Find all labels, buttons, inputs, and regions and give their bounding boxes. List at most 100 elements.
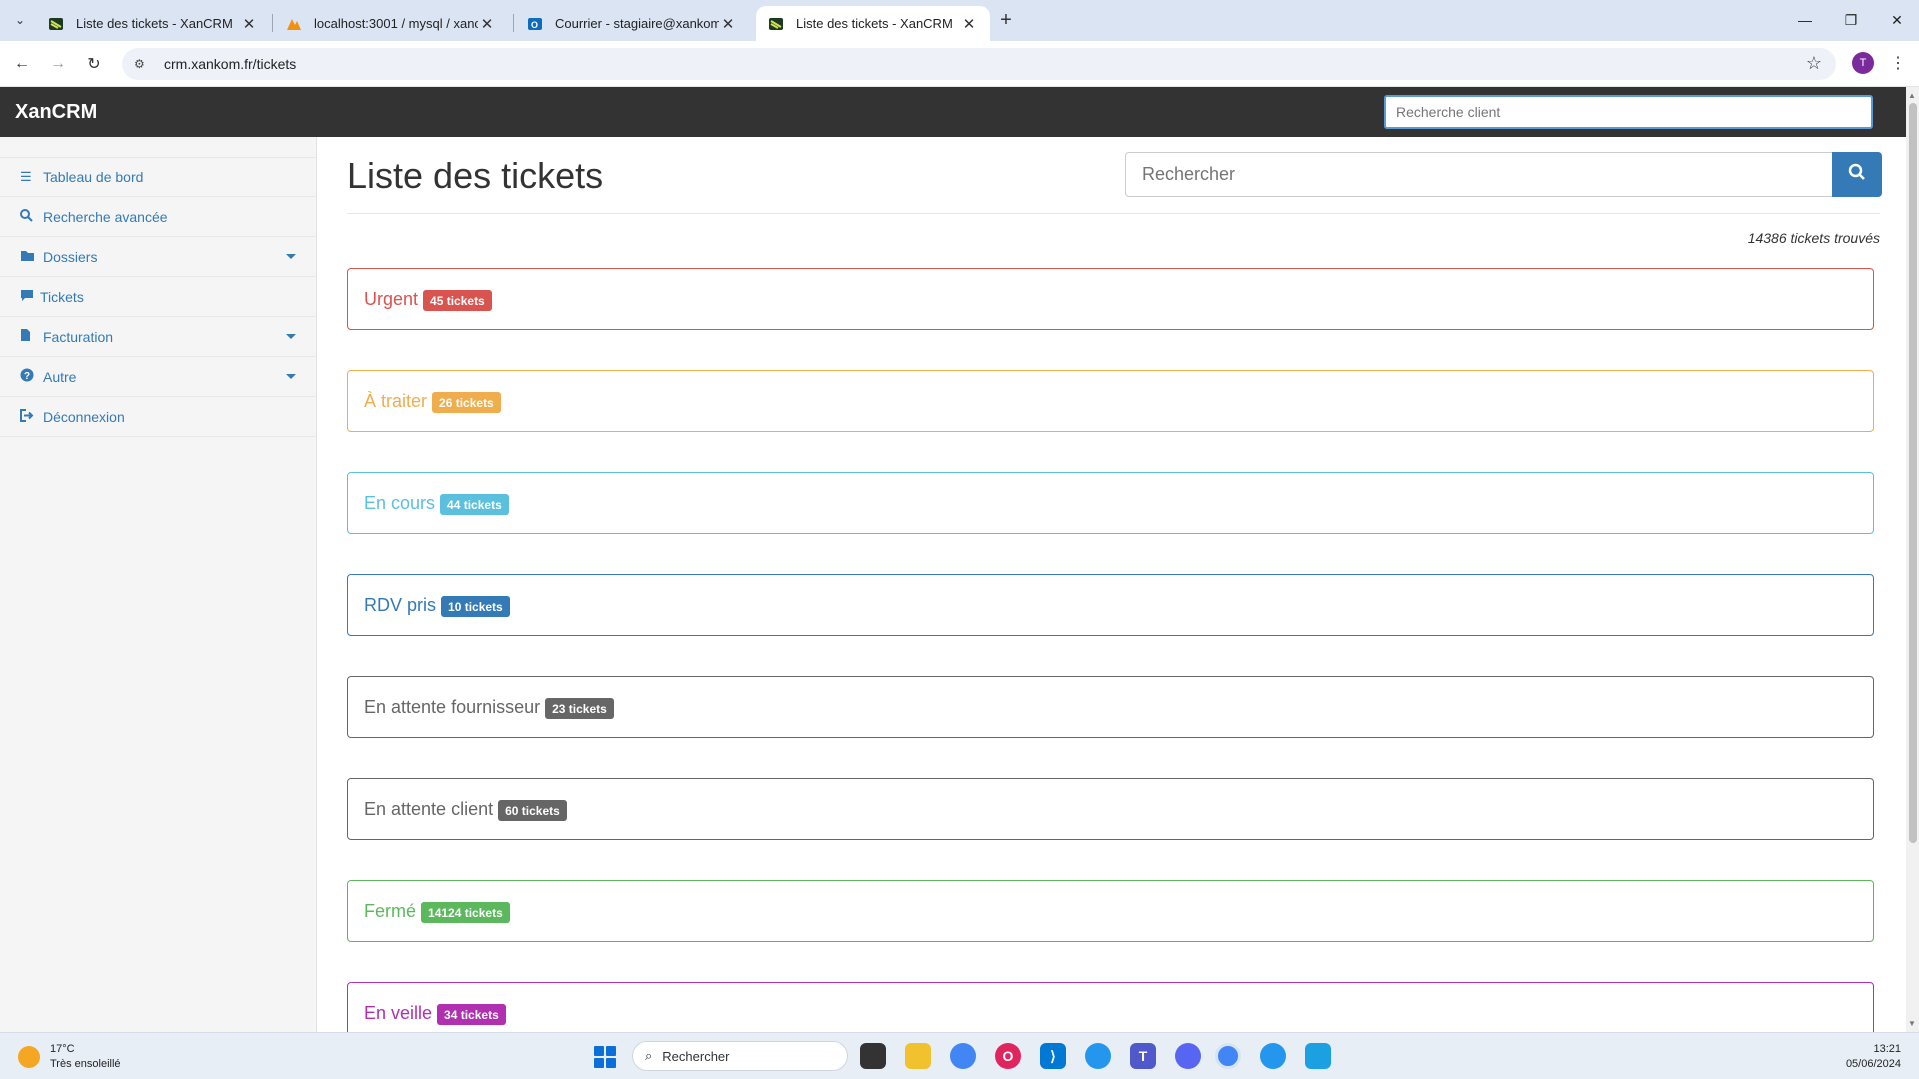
file-explorer-icon[interactable] [905, 1043, 931, 1069]
status-count-badge: 45 tickets [423, 289, 492, 311]
docker-icon[interactable] [1085, 1043, 1111, 1069]
clock-time: 13:21 [1873, 1043, 1901, 1055]
weather-temp: 17°C [50, 1043, 75, 1055]
sidebar-item-recherche-avancee[interactable]: Recherche avancée [0, 197, 316, 237]
search-icon [20, 208, 43, 225]
sidebar: ☰ Tableau de bord Recherche avancée Doss… [0, 137, 317, 1032]
status-count-badge: 34 tickets [437, 1003, 506, 1025]
status-panel[interactable]: Urgent 45 tickets [347, 268, 1874, 330]
status-panel[interactable]: À traiter 26 tickets [347, 370, 1874, 432]
tab-title: Liste des tickets - XanCRM [796, 16, 953, 31]
tab-title: Courrier - stagiaire@xankom.net [555, 16, 719, 31]
discord-icon[interactable] [1175, 1043, 1201, 1069]
weather-desc: Très ensoleillé [50, 1058, 121, 1070]
logout-icon [20, 408, 43, 425]
opera-icon[interactable]: O [995, 1043, 1021, 1069]
browser-toolbar: ← → ↻ ⚙ crm.xankom.fr/tickets ☆ T ⋮ [0, 41, 1919, 87]
address-bar[interactable]: ⚙ crm.xankom.fr/tickets ☆ [122, 48, 1836, 80]
weather-widget[interactable]: 17°C Très ensoleillé [18, 1042, 121, 1072]
sidebar-item-deconnexion[interactable]: Déconnexion [0, 397, 316, 437]
browser-tab-1[interactable]: Liste des tickets - XanCRM ✕ [36, 6, 270, 41]
sidebar-item-label: Dossiers [43, 248, 98, 265]
svg-text:O: O [531, 20, 538, 30]
status-panel[interactable]: RDV pris 10 tickets [347, 574, 1874, 636]
status-panel[interactable]: En attente client 60 tickets [347, 778, 1874, 840]
task-view-icon[interactable] [860, 1043, 886, 1069]
clock-date: 05/06/2024 [1845, 1058, 1901, 1070]
page-scrollbar[interactable]: ▲ ▼ [1906, 87, 1919, 1032]
status-count-badge: 10 tickets [441, 595, 510, 617]
xancrm-logo-icon [48, 16, 64, 32]
svg-text:?: ? [24, 371, 30, 382]
close-icon[interactable]: ✕ [960, 15, 978, 33]
windows-taskbar: 17°C Très ensoleillé ⌕ Rechercher O ⟩ T … [0, 1032, 1919, 1079]
browser-tab-4-active[interactable]: Liste des tickets - XanCRM ✕ [756, 6, 990, 41]
question-circle-icon: ? [20, 368, 43, 385]
status-panel[interactable]: En veille 34 tickets [347, 982, 1874, 1032]
sidebar-item-tableau-de-bord[interactable]: ☰ Tableau de bord [0, 157, 316, 197]
close-icon[interactable]: ✕ [478, 15, 496, 33]
close-window-icon[interactable]: ✕ [1883, 8, 1911, 32]
status-panel[interactable]: En attente fournisseur 23 tickets [347, 676, 1874, 738]
chevron-down-icon [286, 254, 296, 259]
status-panel[interactable]: Fermé 14124 tickets [347, 880, 1874, 942]
status-label: En veille [364, 1002, 433, 1023]
chrome-icon[interactable] [950, 1043, 976, 1069]
browser-tab-3[interactable]: O Courrier - stagiaire@xankom.net ✕ [515, 6, 749, 41]
notepad-icon[interactable] [1305, 1043, 1331, 1069]
windows-start-icon[interactable] [594, 1046, 616, 1068]
profile-avatar[interactable]: T [1852, 52, 1874, 74]
sidebar-item-label: Tickets [40, 288, 84, 305]
tab-divider [272, 14, 273, 32]
page-title: Liste des tickets [347, 155, 604, 196]
status-label: À traiter [364, 390, 428, 411]
close-icon[interactable]: ✕ [240, 15, 258, 33]
file-icon [20, 328, 43, 345]
restore-icon[interactable]: ❐ [1837, 8, 1865, 32]
tab-search-button[interactable]: ⌄ [8, 8, 32, 32]
chrome-active-icon[interactable] [1215, 1043, 1241, 1069]
browser-tab-2[interactable]: localhost:3001 / mysql / xancrm ✕ [274, 6, 508, 41]
status-panel[interactable]: En cours 44 tickets [347, 472, 1874, 534]
reload-icon[interactable]: ↻ [82, 52, 106, 76]
scroll-down-icon[interactable]: ▼ [1908, 1019, 1916, 1028]
status-count-badge: 44 tickets [440, 493, 509, 515]
chevron-down-icon [286, 334, 296, 339]
docker-desktop-icon[interactable] [1260, 1043, 1286, 1069]
close-icon[interactable]: ✕ [719, 15, 737, 33]
forward-icon[interactable]: → [46, 52, 70, 76]
taskbar-search[interactable]: ⌕ Rechercher [632, 1041, 848, 1071]
sidebar-item-tickets[interactable]: Tickets [0, 277, 316, 317]
sidebar-item-dossiers[interactable]: Dossiers [0, 237, 316, 277]
scroll-up-icon[interactable]: ▲ [1908, 91, 1916, 100]
browser-menu-icon[interactable]: ⋮ [1890, 53, 1906, 73]
system-clock[interactable]: 13:21 05/06/2024 [1846, 1042, 1901, 1072]
status-label: Urgent [364, 288, 419, 309]
teams-icon[interactable]: T [1130, 1043, 1156, 1069]
back-icon[interactable]: ← [10, 52, 34, 76]
scroll-thumb[interactable] [1909, 103, 1917, 843]
site-info-icon[interactable]: ⚙ [134, 57, 152, 71]
brand-logo[interactable]: XanCRM [15, 101, 97, 124]
new-tab-button[interactable]: + [994, 8, 1018, 32]
ticket-search-group [1125, 152, 1882, 197]
app-navbar: XanCRM [0, 87, 1906, 137]
status-label: En attente fournisseur [364, 696, 541, 717]
client-search-input[interactable] [1384, 95, 1873, 129]
sidebar-item-facturation[interactable]: Facturation [0, 317, 316, 357]
minimize-icon[interactable]: — [1791, 8, 1819, 32]
search-button[interactable] [1832, 152, 1882, 197]
comment-icon [20, 289, 40, 305]
ticket-search-input[interactable] [1125, 152, 1833, 197]
sidebar-item-label: Tableau de bord [43, 169, 144, 185]
sidebar-item-autre[interactable]: ? Autre [0, 357, 316, 397]
sidebar-item-label: Autre [43, 368, 77, 385]
ticket-count: 14386 tickets trouvés [1747, 230, 1880, 246]
folder-open-icon [20, 249, 43, 265]
taskbar-search-label: Rechercher [662, 1048, 730, 1064]
bookmark-star-icon[interactable]: ☆ [1806, 53, 1822, 74]
vscode-icon[interactable]: ⟩ [1040, 1043, 1066, 1069]
status-count-badge: 23 tickets [545, 697, 614, 719]
url-text: crm.xankom.fr/tickets [164, 56, 297, 72]
sidebar-item-label: Déconnexion [43, 408, 125, 425]
